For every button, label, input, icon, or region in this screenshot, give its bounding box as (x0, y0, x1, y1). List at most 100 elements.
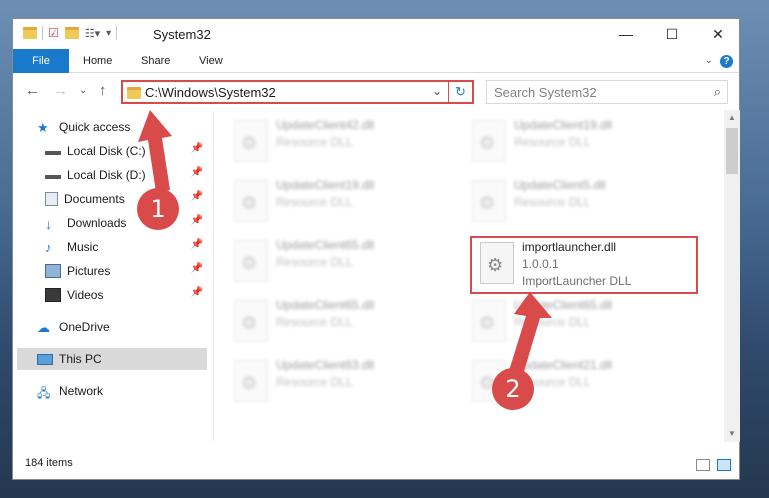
file-description: Resource DLL (514, 315, 591, 329)
cloud-icon: ☁ (37, 320, 50, 335)
dll-file-icon (234, 180, 268, 222)
nav-item-local-disk-d[interactable]: Local Disk (D:) 📌 (45, 164, 207, 186)
tab-file[interactable]: File (13, 49, 69, 73)
folder-icon (127, 87, 141, 99)
nav-item-label: OneDrive (59, 320, 110, 334)
nav-item-downloads[interactable]: ↓ Downloads 📌 (45, 212, 207, 234)
dll-file-icon (234, 240, 268, 282)
file-description: Resource DLL (276, 255, 353, 269)
search-icon[interactable]: ⌕ (714, 84, 721, 100)
navigation-pane: ★ Quick access Local Disk (C:) 📌 Local D… (13, 110, 213, 442)
scroll-up-icon[interactable]: ▲ (724, 110, 740, 126)
nav-item-this-pc[interactable]: This PC (17, 348, 207, 370)
scroll-thumb[interactable] (726, 128, 738, 174)
expand-ribbon-icon[interactable]: ⌄ (705, 55, 713, 66)
vertical-scrollbar[interactable]: ▲ ▼ (724, 110, 740, 442)
file-description: Resource DLL (276, 315, 353, 329)
pin-icon[interactable]: 📌 (191, 239, 203, 250)
view-options-icon[interactable]: ☷▾ (85, 27, 100, 40)
nav-item-pictures[interactable]: Pictures 📌 (45, 260, 207, 282)
pin-icon[interactable]: 📌 (191, 167, 203, 178)
address-bar[interactable]: C:\Windows\System32 ⌄ ↻ (121, 80, 474, 104)
pin-icon[interactable]: 📌 (191, 143, 203, 154)
minimize-button[interactable]: — (603, 19, 649, 49)
dll-file-icon (472, 180, 506, 222)
maximize-button[interactable]: ☐ (649, 19, 695, 49)
dll-file-icon (472, 120, 506, 162)
close-button[interactable]: ✕ (695, 19, 741, 49)
file-item[interactable]: UpdateClient5.dll Resource DLL (464, 176, 694, 228)
file-highlight-box (470, 236, 698, 294)
recent-locations-icon[interactable]: ⌄ (79, 85, 87, 96)
dll-file-icon (472, 300, 506, 342)
nav-item-onedrive[interactable]: ☁ OneDrive (37, 316, 231, 338)
nav-item-music[interactable]: ♪ Music 📌 (45, 236, 207, 258)
videos-icon (45, 288, 61, 302)
nav-item-label: Pictures (67, 264, 111, 278)
file-item[interactable]: UpdateClient65.dll Resource DLL (226, 296, 456, 348)
file-item[interactable]: UpdateClient42.dll Resource DLL (226, 116, 456, 168)
chevron-down-icon[interactable]: ⌄ (432, 84, 442, 98)
pin-icon[interactable]: 📌 (191, 287, 203, 298)
file-item[interactable]: UpdateClient63.dll Resource DLL (226, 356, 456, 408)
large-icons-view-icon[interactable] (717, 459, 731, 471)
tab-view[interactable]: View (187, 49, 235, 73)
toolbar-divider (116, 26, 118, 40)
file-item[interactable]: UpdateClient65.dll Resource DLL (464, 296, 694, 348)
dll-file-icon (234, 300, 268, 342)
nav-item-label: Network (59, 384, 104, 398)
customize-toolbar-icon[interactable]: ▾ (106, 28, 111, 39)
details-view-icon[interactable] (696, 459, 710, 471)
file-name: UpdateClient65.dll (514, 298, 613, 312)
file-description: Resource DLL (276, 375, 353, 389)
nav-item-documents[interactable]: Documents 📌 (45, 188, 207, 210)
file-description: Resource DLL (514, 135, 591, 149)
address-path[interactable]: C:\Windows\System32 (145, 85, 276, 100)
back-icon[interactable]: ← (25, 82, 40, 99)
file-item[interactable]: UpdateClient65.dll Resource DLL (226, 236, 456, 288)
file-name: UpdateClient65.dll (276, 238, 375, 252)
help-icon[interactable]: ? (720, 55, 733, 68)
new-folder-icon[interactable] (64, 27, 79, 39)
forward-icon[interactable]: → (53, 82, 68, 99)
star-icon: ★ (37, 120, 49, 135)
refresh-icon[interactable]: ↻ (448, 80, 472, 104)
nav-item-label: Videos (67, 288, 104, 302)
nav-item-videos[interactable]: Videos 📌 (45, 284, 207, 306)
file-name: UpdateClient5.dll (514, 178, 606, 192)
file-item[interactable]: UpdateClient19.dll Resource DLL (226, 176, 456, 228)
tab-home[interactable]: Home (71, 49, 124, 73)
title-bar: ☑ ☷▾ ▾ System32 — ☐ ✕ (13, 19, 739, 49)
callout-1: 1 (137, 188, 179, 230)
drive-icon (45, 147, 61, 155)
nav-item-label: Documents (64, 192, 125, 206)
properties-icon[interactable]: ☑ (48, 26, 59, 40)
nav-item-network[interactable]: 🖧 Network (37, 380, 231, 402)
nav-item-label: Local Disk (D:) (67, 168, 146, 182)
search-placeholder: Search System32 (494, 85, 597, 100)
status-bar: 184 items (13, 455, 739, 479)
nav-item-local-disk-c[interactable]: Local Disk (C:) 📌 (45, 140, 207, 162)
network-icon: 🖧 (37, 386, 51, 400)
file-description: Resource DLL (514, 195, 591, 209)
scroll-down-icon[interactable]: ▼ (724, 426, 740, 442)
item-count: 184 items (25, 457, 73, 469)
nav-item-quick-access[interactable]: ★ Quick access (37, 116, 231, 138)
dll-file-icon (234, 120, 268, 162)
file-name: UpdateClient63.dll (276, 358, 375, 372)
tab-share[interactable]: Share (129, 49, 182, 73)
nav-item-label: Local Disk (C:) (67, 144, 146, 158)
up-icon[interactable]: ↑ (99, 82, 107, 99)
callout-2: 2 (492, 368, 534, 410)
computer-icon (37, 353, 53, 365)
pin-icon[interactable]: 📌 (191, 263, 203, 274)
pin-icon[interactable]: 📌 (191, 215, 203, 226)
search-input[interactable]: Search System32 ⌕ (486, 80, 728, 104)
address-toolbar: ← → ⌄ ↑ C:\Windows\System32 ⌄ ↻ Search S… (13, 74, 739, 110)
nav-item-label: Quick access (59, 120, 131, 134)
nav-item-label: Downloads (67, 216, 127, 230)
file-description: Resource DLL (276, 195, 353, 209)
pin-icon[interactable]: 📌 (191, 191, 203, 202)
file-item[interactable]: UpdateClient19.dll Resource DLL (464, 116, 694, 168)
folder-icon (23, 27, 37, 39)
